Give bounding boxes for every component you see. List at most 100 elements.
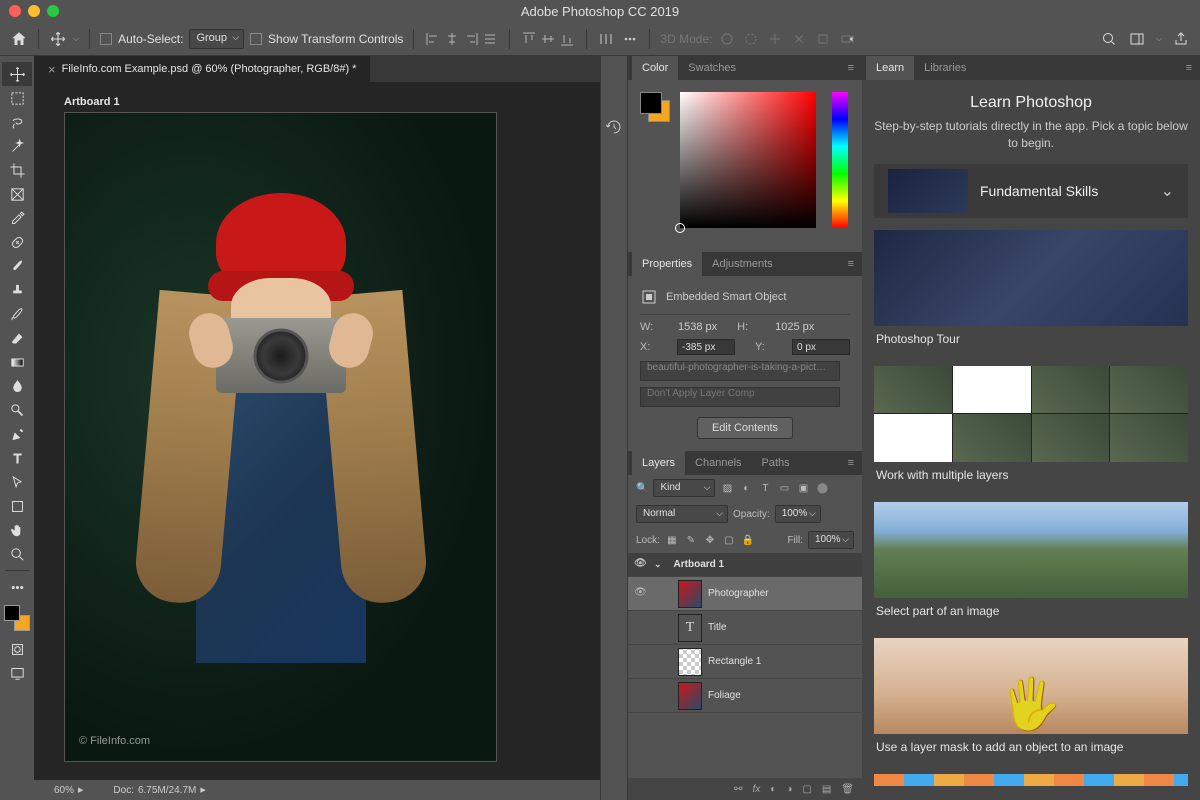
screenmode-tool[interactable] [2, 661, 32, 685]
hue-slider[interactable] [832, 92, 848, 228]
filter-adjust-icon[interactable]: ◐ [739, 481, 753, 495]
tab-learn[interactable]: Learn [866, 56, 914, 80]
fill-input[interactable]: 100% [808, 531, 854, 549]
shape-tool[interactable] [2, 494, 32, 518]
filter-type-icon[interactable]: T [758, 481, 772, 495]
search-kind-icon[interactable]: 🔍 [636, 483, 648, 494]
filter-smart-icon[interactable]: ▣ [796, 481, 810, 495]
visibility-icon[interactable] [634, 689, 648, 703]
document-tab[interactable]: × FileInfo.com Example.psd @ 60% (Photog… [34, 56, 370, 82]
crop-tool[interactable] [2, 158, 32, 182]
hand-tool[interactable] [2, 518, 32, 542]
layer-mask-icon[interactable]: ◐ [770, 784, 776, 795]
lock-artboard-icon[interactable]: ▢ [722, 533, 736, 547]
type-tool[interactable]: T [2, 446, 32, 470]
blend-mode-dropdown[interactable]: Normal [636, 505, 728, 523]
panel-menu-icon[interactable]: ≡ [1182, 62, 1196, 74]
more-icon[interactable] [621, 30, 639, 48]
tab-adjustments[interactable]: Adjustments [702, 252, 783, 276]
filter-shape-icon[interactable]: ▭ [777, 481, 791, 495]
lock-paint-icon[interactable]: ✎ [684, 533, 698, 547]
panel-menu-icon[interactable]: ≡ [844, 457, 858, 469]
quickmask-tool[interactable] [2, 637, 32, 661]
canvas[interactable]: © FileInfo.com [64, 112, 497, 762]
eraser-tool[interactable] [2, 326, 32, 350]
layer-row[interactable]: Foliage [628, 679, 862, 713]
learn-tile[interactable]: Photoshop Tour [874, 230, 1188, 352]
foreground-background-colors[interactable] [4, 605, 30, 631]
lock-transparency-icon[interactable]: ▦ [665, 533, 679, 547]
layercomp-dropdown[interactable]: Don't Apply Layer Comp [640, 387, 840, 407]
maximize-window[interactable] [47, 5, 59, 17]
history-panel-icon[interactable] [603, 116, 625, 138]
distribute-icon[interactable] [597, 30, 615, 48]
pen-tool[interactable] [2, 422, 32, 446]
panel-menu-icon[interactable]: ≡ [844, 258, 858, 270]
tab-layers[interactable]: Layers [632, 451, 685, 475]
layer-filter-dropdown[interactable]: Kind [653, 479, 715, 497]
align-top-icon[interactable] [520, 30, 538, 48]
close-window[interactable] [9, 5, 21, 17]
autoselect-checkbox[interactable] [100, 33, 112, 45]
dodge-tool[interactable] [2, 398, 32, 422]
color-swatch[interactable] [640, 92, 670, 122]
learn-tile[interactable]: Use a layer mask to add an object to an … [874, 638, 1188, 760]
learn-tile[interactable]: Select part of an image [874, 502, 1188, 624]
zoom-tool[interactable] [2, 542, 32, 566]
visibility-icon[interactable]: 👁 [634, 587, 648, 601]
tab-properties[interactable]: Properties [632, 252, 702, 276]
workspace-icon[interactable] [1128, 30, 1146, 48]
history-brush-tool[interactable] [2, 302, 32, 326]
layer-adjustment-icon[interactable]: ◑ [786, 784, 792, 795]
gradient-tool[interactable] [2, 350, 32, 374]
stamp-tool[interactable] [2, 278, 32, 302]
move-tool[interactable] [2, 62, 32, 86]
tab-color[interactable]: Color [632, 56, 678, 80]
doc-size[interactable]: Doc: 6.75M/24.7M ▶ [113, 785, 205, 796]
zoom-level[interactable]: 60% ▶ [54, 785, 83, 796]
home-icon[interactable] [10, 30, 28, 48]
marquee-tool[interactable] [2, 86, 32, 110]
delete-layer-icon[interactable]: 🗑 [841, 784, 854, 795]
tab-swatches[interactable]: Swatches [678, 56, 746, 80]
close-tab-icon[interactable]: × [48, 62, 56, 77]
path-select-tool[interactable] [2, 470, 32, 494]
layer-fx-icon[interactable]: fx [753, 784, 761, 795]
panel-menu-icon[interactable]: ≡ [844, 62, 858, 74]
share-icon[interactable] [1172, 30, 1190, 48]
filter-toggle-icon[interactable]: ⬤ [815, 481, 829, 495]
learn-tile[interactable]: Work with multiple layers [874, 366, 1188, 488]
color-picker[interactable] [680, 92, 816, 228]
edit-toolbar[interactable] [2, 575, 32, 599]
minimize-window[interactable] [28, 5, 40, 17]
align-right-icon[interactable] [462, 30, 480, 48]
tab-libraries[interactable]: Libraries [914, 56, 976, 80]
transform-checkbox[interactable] [250, 33, 262, 45]
lock-all-icon[interactable]: 🔒 [741, 533, 755, 547]
x-input[interactable] [677, 339, 735, 355]
layer-row[interactable]: 👁⌄Artboard 1 [628, 553, 862, 577]
tab-paths[interactable]: Paths [752, 451, 800, 475]
tab-channels[interactable]: Channels [685, 451, 751, 475]
new-layer-icon[interactable]: ▤ [822, 784, 831, 795]
lock-position-icon[interactable]: ✥ [703, 533, 717, 547]
align-justify-icon[interactable] [481, 30, 499, 48]
visibility-icon[interactable] [634, 655, 648, 669]
magic-wand-tool[interactable] [2, 134, 32, 158]
edit-contents-button[interactable]: Edit Contents [697, 417, 793, 439]
opacity-input[interactable]: 100% [775, 505, 821, 523]
autoselect-dropdown[interactable]: Group [189, 29, 244, 49]
layer-row[interactable]: TTitle [628, 611, 862, 645]
filter-image-icon[interactable]: ▨ [720, 481, 734, 495]
layer-row[interactable]: Rectangle 1 [628, 645, 862, 679]
frame-tool[interactable] [2, 182, 32, 206]
search-icon[interactable] [1100, 30, 1118, 48]
visibility-icon[interactable]: 👁 [634, 558, 648, 572]
fundamental-skills-accordion[interactable]: Fundamental Skills ⌄ [874, 164, 1188, 218]
align-bottom-icon[interactable] [558, 30, 576, 48]
move-tool-icon[interactable] [49, 30, 67, 48]
healing-tool[interactable] [2, 230, 32, 254]
layer-row[interactable]: 👁Photographer [628, 577, 862, 611]
y-input[interactable] [792, 339, 850, 355]
link-layers-icon[interactable]: ⚯ [734, 784, 742, 795]
